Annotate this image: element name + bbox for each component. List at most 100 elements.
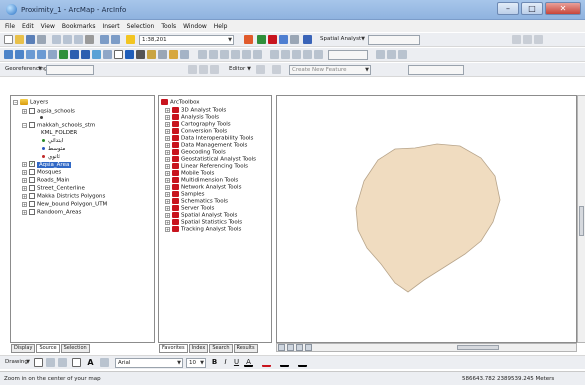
analysis-tool-3-icon[interactable] (292, 50, 301, 59)
raster-tool-icon[interactable] (512, 35, 521, 44)
vertical-scroll-thumb[interactable] (579, 206, 584, 236)
layer-checkbox[interactable] (29, 185, 35, 191)
full-extent-icon[interactable] (59, 50, 68, 59)
map-scale-dropdown[interactable]: 1:38,201 ▼ (139, 35, 234, 45)
add-data-icon[interactable] (126, 35, 135, 44)
open-folder-icon[interactable] (15, 35, 24, 44)
tab-selection[interactable]: Selection (60, 344, 90, 353)
georef-tool-2-icon[interactable] (209, 50, 218, 59)
menu-edit[interactable]: Edit (22, 23, 34, 30)
toc-layer-aqsia-area[interactable]: + ✓ Aqsia_Area (22, 161, 72, 169)
fixed-zoom-out-icon[interactable] (37, 50, 46, 59)
layer-checkbox-checked[interactable]: ✓ (29, 161, 35, 167)
georeferencing-menu[interactable]: Georeferencing ▼ (3, 65, 47, 75)
tab-index[interactable]: Index (188, 344, 209, 353)
menu-insert[interactable]: Insert (102, 23, 119, 30)
italic-icon[interactable]: I (221, 358, 230, 367)
font-color-icon[interactable]: A (244, 358, 253, 367)
spatial-analyst-menu[interactable]: Spatial Analyst ▼ (318, 35, 366, 45)
analysis-tool-1-icon[interactable] (270, 50, 279, 59)
layout-view-button[interactable] (287, 344, 294, 351)
menu-file[interactable]: File (5, 23, 15, 30)
hyperlink-icon[interactable] (169, 50, 178, 59)
find-icon[interactable] (136, 50, 145, 59)
new-document-icon[interactable] (4, 35, 13, 44)
analysis-tool-4-icon[interactable] (303, 50, 312, 59)
fixed-zoom-in-icon[interactable] (26, 50, 35, 59)
toolbox-root[interactable]: ArcToolbox (161, 99, 200, 107)
toc-layer-roads-main[interactable]: + Roads_Main (22, 177, 70, 185)
zoom-whole-page-icon[interactable] (58, 358, 67, 367)
layer-checkbox[interactable] (29, 209, 35, 215)
analysis-tool-2-icon[interactable] (281, 50, 290, 59)
pan-icon[interactable] (48, 50, 57, 59)
effects-tool-2-icon[interactable] (387, 50, 396, 59)
arccatalog-icon[interactable] (257, 35, 266, 44)
georef-tool-5-icon[interactable] (242, 50, 251, 59)
redo-icon[interactable] (111, 35, 120, 44)
maximize-button[interactable]: □ (521, 2, 543, 15)
zoom-in-icon[interactable] (4, 50, 13, 59)
previous-extent-icon[interactable] (70, 50, 79, 59)
layer-checkbox[interactable] (29, 201, 35, 207)
zoom-out-icon[interactable] (15, 50, 24, 59)
font-dropdown[interactable]: Arial ▼ (115, 358, 183, 368)
bold-icon[interactable]: B (210, 358, 219, 367)
georef-tool-1-icon[interactable] (198, 50, 207, 59)
undo-icon[interactable] (100, 35, 109, 44)
select-elements-icon[interactable] (114, 50, 123, 59)
menu-help[interactable]: Help (214, 23, 228, 30)
tab-results[interactable]: Results (233, 344, 258, 353)
rectangle-icon[interactable] (72, 358, 81, 367)
menu-window[interactable]: Window (183, 23, 207, 30)
toc-layer-street-centerline[interactable]: + Street_Centerline (22, 185, 85, 193)
tab-display[interactable]: Display (11, 344, 36, 353)
editor-menu[interactable]: Editor ▼ (227, 65, 252, 75)
measure-icon[interactable] (158, 50, 167, 59)
fill-color-icon[interactable] (262, 358, 271, 367)
next-extent-icon[interactable] (81, 50, 90, 59)
georef-layer-dropdown[interactable] (46, 65, 94, 75)
task-dropdown[interactable]: Create New Feature ▼ (289, 65, 371, 75)
toc-layer-makkah-schools[interactable]: − makkah_schools_stm (22, 122, 95, 130)
analysis-tool-5-icon[interactable] (314, 50, 323, 59)
toc-layer-aqsia-schools[interactable]: + aqsia_schools (22, 108, 75, 116)
go-to-xy-icon[interactable] (147, 50, 156, 59)
layer-checkbox[interactable] (29, 122, 35, 128)
aqsia-area-polygon[interactable] (355, 143, 501, 293)
effects-tool-1-icon[interactable] (376, 50, 385, 59)
menu-tools[interactable]: Tools (161, 23, 176, 30)
minimize-button[interactable]: – (497, 2, 519, 15)
layer-checkbox[interactable] (29, 169, 35, 175)
toc-layer-mosques[interactable]: + Mosques (22, 169, 61, 177)
save-icon[interactable] (26, 35, 35, 44)
menu-view[interactable]: View (41, 23, 55, 30)
georef-shift-icon[interactable] (199, 65, 208, 74)
drawing-menu[interactable]: Drawing ▼ (3, 358, 31, 368)
toc-layer-makka-districts[interactable]: + Makka Districts Polygons (22, 193, 105, 201)
edit-tool-icon[interactable] (256, 65, 265, 74)
marker-color-icon[interactable] (298, 358, 307, 367)
layer-checkbox[interactable] (29, 177, 35, 183)
horizontal-scroll-thumb[interactable] (457, 345, 499, 350)
menu-selection[interactable]: Selection (127, 23, 155, 30)
map-view[interactable] (276, 95, 577, 343)
analyst-layer-dropdown[interactable] (368, 35, 420, 45)
edit-vertices-icon[interactable] (100, 358, 109, 367)
close-button[interactable]: ✕ (545, 2, 581, 15)
georef-link-icon[interactable] (210, 65, 219, 74)
map-canvas[interactable] (277, 96, 576, 342)
identify-icon[interactable] (125, 50, 134, 59)
target-dropdown[interactable] (408, 65, 464, 75)
rotate-icon[interactable] (46, 358, 55, 367)
contour-icon[interactable] (534, 35, 543, 44)
map-horizontal-scrollbar[interactable] (276, 343, 577, 352)
arctoolbox-icon[interactable] (268, 35, 277, 44)
print-icon[interactable] (37, 35, 46, 44)
whats-this-icon[interactable] (303, 35, 312, 44)
sketch-tool-icon[interactable] (272, 65, 281, 74)
clear-selection-icon[interactable] (103, 50, 112, 59)
cut-icon[interactable] (52, 35, 61, 44)
delete-icon[interactable] (85, 35, 94, 44)
effects-tool-3-icon[interactable] (398, 50, 407, 59)
